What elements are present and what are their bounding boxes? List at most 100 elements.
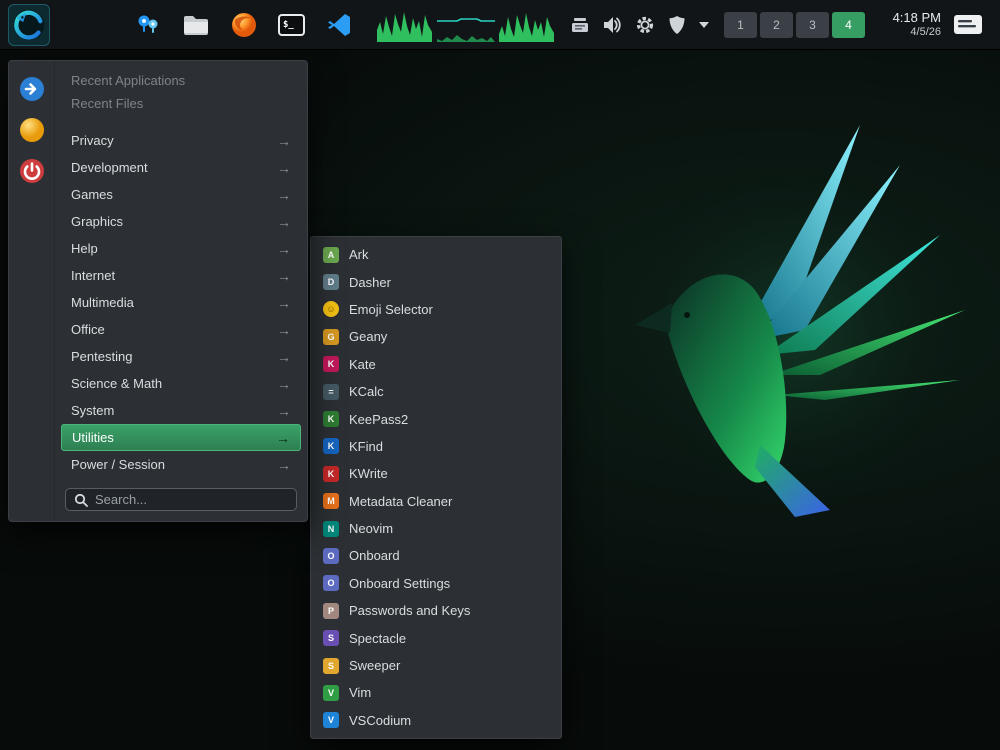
lock-screen-button[interactable] [16,114,48,146]
kali-logo-icon [10,6,48,44]
search-box[interactable] [65,488,297,511]
app-spectacle[interactable]: S Spectacle [311,624,561,651]
category-internet[interactable]: Internet → [61,262,301,289]
passwords-and-keys-icon: P [323,603,339,619]
category-privacy[interactable]: Privacy → [61,127,301,154]
power-button[interactable] [16,155,48,187]
system-monitor-widget[interactable] [377,8,555,42]
category-utilities[interactable]: Utilities → [61,424,301,451]
keepass2-icon: K [323,411,339,427]
desktop-3-button[interactable]: 3 [796,12,829,38]
power-icon [17,156,47,186]
submenu-arrow-icon: → [277,133,291,149]
emoji-selector-icon: ☺ [323,301,339,317]
app-sweeper[interactable]: S Sweeper [311,652,561,679]
display-icon[interactable] [953,13,983,37]
geany-icon: G [323,329,339,345]
search-input[interactable] [95,492,288,507]
submenu-arrow-icon: → [277,268,291,284]
submenu-arrow-icon: → [277,214,291,230]
submenu-arrow-icon: → [277,295,291,311]
clock[interactable]: 4:18 PM 4/5/26 [877,10,941,40]
submenu-arrow-icon: → [277,160,291,176]
category-multimedia[interactable]: Multimedia → [61,289,301,316]
onboard-settings-icon: O [323,575,339,591]
kali-bird-wallpaper [590,95,990,525]
settings-gear-icon[interactable] [635,15,655,35]
expand-caret-icon[interactable] [699,22,709,28]
kate-icon: K [323,356,339,372]
desktop-2-button[interactable]: 2 [760,12,793,38]
category-system[interactable]: System → [61,397,301,424]
app-passwords-and-keys[interactable]: P Passwords and Keys [311,597,561,624]
app-kwrite[interactable]: K KWrite [311,460,561,487]
firefox-icon[interactable] [230,11,258,39]
category-power-session[interactable]: Power / Session → [61,451,301,478]
vscode-icon[interactable] [325,11,353,39]
kwrite-icon: K [323,466,339,482]
category-science-math[interactable]: Science & Math → [61,370,301,397]
submenu-arrow-icon: → [277,457,291,473]
logout-icon [17,74,47,104]
desktop-1-button[interactable]: 1 [724,12,757,38]
metadata-cleaner-icon: M [323,493,339,509]
file-manager-icon[interactable] [182,11,210,39]
vscodium-icon: V [323,712,339,728]
terminal-icon[interactable]: $_ [278,14,305,36]
category-office[interactable]: Office → [61,316,301,343]
lock-icon [17,115,47,145]
onboard-icon: O [323,548,339,564]
clock-date: 4/5/26 [877,26,941,40]
system-monitor-graphs [377,8,555,42]
kali-menu-button[interactable] [8,4,50,46]
app-vim[interactable]: V Vim [311,679,561,706]
menu-main: Recent Applications Recent Files Privacy… [55,61,307,521]
app-neovim[interactable]: N Neovim [311,515,561,542]
app-dasher[interactable]: D Dasher [311,268,561,295]
app-keepass2[interactable]: K KeePass2 [311,405,561,432]
category-development[interactable]: Development → [61,154,301,181]
app-metadata-cleaner[interactable]: M Metadata Cleaner [311,488,561,515]
app-vscodium[interactable]: V VSCodium [311,707,561,734]
blue-pins-icon[interactable] [134,11,162,39]
submenu-arrow-icon: → [277,403,291,419]
app-onboard-settings[interactable]: O Onboard Settings [311,570,561,597]
application-menu: Recent Applications Recent Files Privacy… [8,60,308,522]
print-queue-icon[interactable] [571,17,589,33]
sweeper-icon: S [323,658,339,674]
app-kfind[interactable]: K KFind [311,433,561,460]
app-ark[interactable]: A Ark [311,241,561,268]
kfind-icon: K [323,438,339,454]
dasher-icon: D [323,274,339,290]
top-panel: $_ [0,0,1000,50]
utilities-submenu: A Ark D Dasher ☺ Emoji Selector G Geany … [310,236,562,739]
submenu-arrow-icon: → [277,376,291,392]
shield-icon[interactable] [668,15,686,35]
volume-icon[interactable] [602,16,622,34]
session-strip [9,61,55,521]
category-pentesting[interactable]: Pentesting → [61,343,301,370]
category-games[interactable]: Games → [61,181,301,208]
category-help[interactable]: Help → [61,235,301,262]
recent-files-item[interactable]: Recent Files [61,92,301,115]
submenu-arrow-icon: → [277,322,291,338]
ark-icon: A [323,247,339,263]
recent-applications-item[interactable]: Recent Applications [61,69,301,92]
app-kcalc[interactable]: = KCalc [311,378,561,405]
quick-launch-bar: $_ [134,11,353,39]
category-list: Privacy → Development → Games → Graphics… [61,127,301,478]
logout-button[interactable] [16,73,48,105]
submenu-arrow-icon: → [277,241,291,257]
app-geany[interactable]: G Geany [311,323,561,350]
spectacle-icon: S [323,630,339,646]
submenu-arrow-icon: → [277,187,291,203]
desktop: $_ [0,0,1000,750]
app-onboard[interactable]: O Onboard [311,542,561,569]
app-emoji-selector[interactable]: ☺ Emoji Selector [311,296,561,323]
search-icon [74,493,88,507]
system-tray [571,15,709,35]
app-kate[interactable]: K Kate [311,351,561,378]
desktop-4-button[interactable]: 4 [832,12,865,38]
virtual-desktop-pager: 1 2 3 4 [724,12,865,38]
category-graphics[interactable]: Graphics → [61,208,301,235]
